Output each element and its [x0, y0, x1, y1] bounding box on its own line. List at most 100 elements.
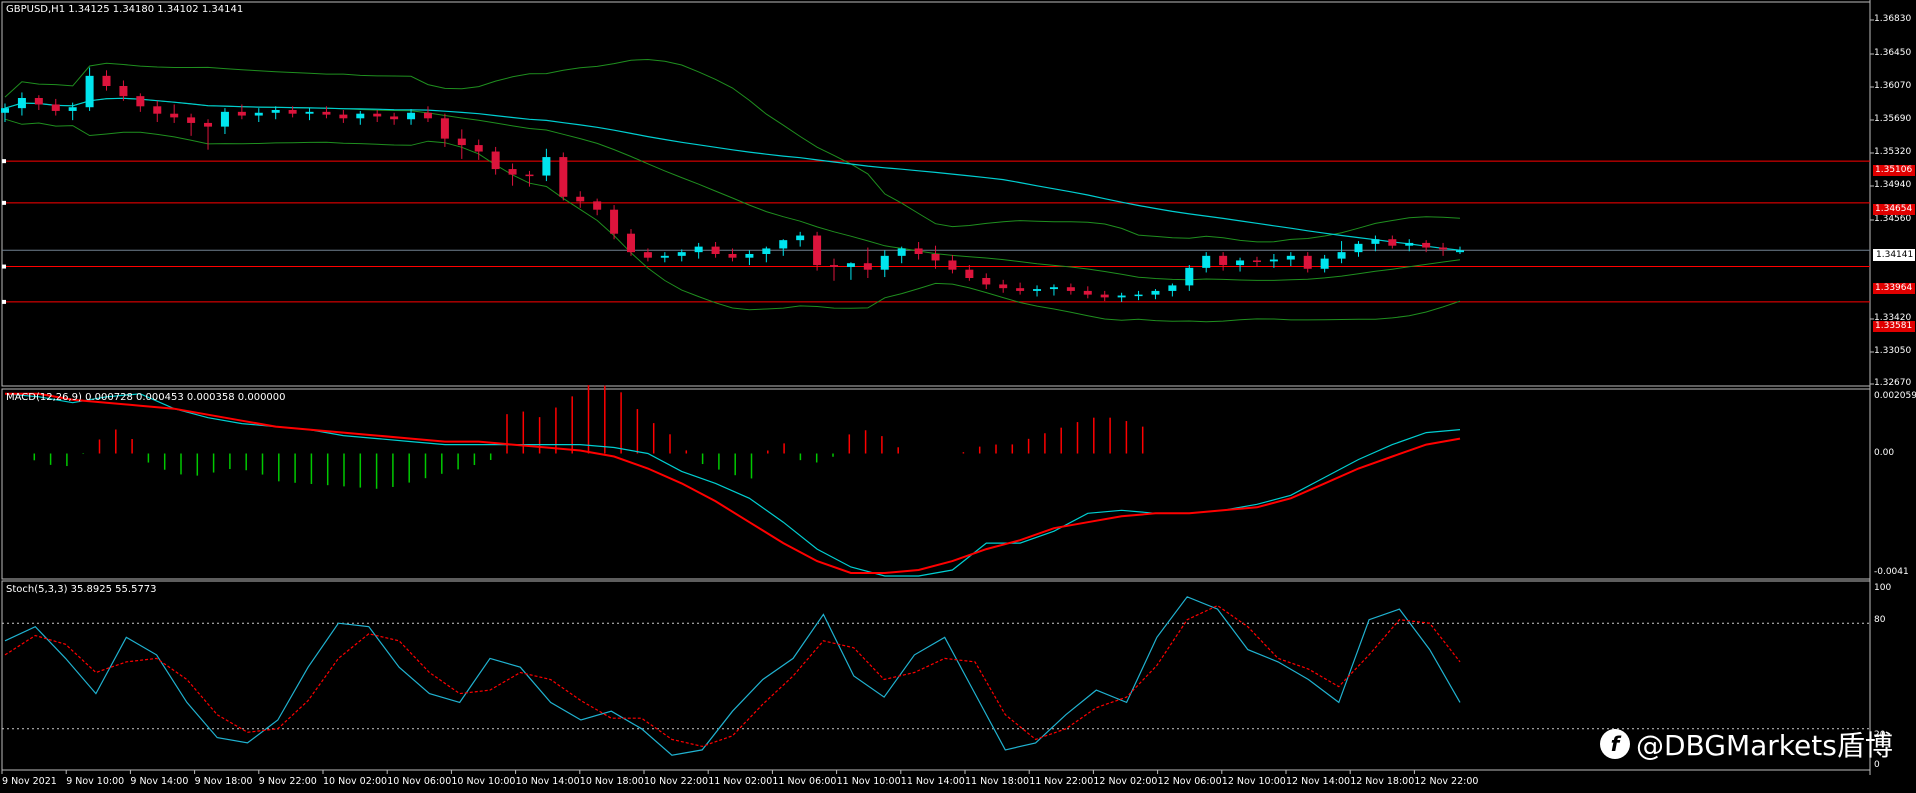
candle-body: [153, 106, 162, 114]
candle-body: [762, 248, 771, 254]
level-handle: [2, 299, 6, 304]
candle-body: [491, 151, 500, 170]
candle-body: [119, 86, 128, 97]
level-tag: 1.33964: [1873, 283, 1915, 294]
facebook-icon: f: [1600, 729, 1630, 759]
macd-tick: 0.00: [1874, 448, 1895, 458]
time-tick: 9 Nov 18:00: [194, 776, 253, 787]
candle-body: [1033, 289, 1042, 291]
level-handle: [2, 159, 6, 164]
time-tick: 11 Nov 22:00: [1029, 776, 1094, 787]
candle-body: [1456, 250, 1464, 253]
candle-body: [1016, 288, 1025, 291]
candle-body: [525, 174, 534, 177]
time-tick: 10 Nov 02:00: [323, 776, 388, 787]
candle-body: [948, 260, 957, 270]
candle-body: [1269, 259, 1278, 262]
level-tag: 1.34654: [1873, 204, 1915, 215]
time-tick: 11 Nov 18:00: [965, 776, 1030, 787]
price-tick: 1.33050: [1874, 346, 1912, 356]
time-tick: 9 Nov 14:00: [130, 776, 189, 787]
stoch-tick: 80: [1874, 615, 1886, 625]
time-tick: 11 Nov 02:00: [708, 776, 773, 787]
time-tick: 10 Nov 22:00: [644, 776, 709, 787]
candle-body: [626, 233, 635, 253]
candle-body: [356, 113, 365, 119]
candle-body: [813, 235, 822, 266]
candle-body: [1100, 294, 1109, 298]
stoch-main-line: [4, 596, 1461, 756]
candle-body: [660, 255, 669, 258]
candle-body: [593, 201, 602, 210]
price-tick: 1.34940: [1874, 180, 1912, 190]
candle-body: [204, 122, 213, 127]
candle-body: [1, 108, 9, 113]
candle-body: [220, 111, 229, 127]
time-tick: 12 Nov 14:00: [1286, 776, 1351, 787]
bollinger-upper: [4, 58, 1461, 243]
candle-body: [728, 254, 737, 258]
candle-body: [863, 263, 872, 270]
candle-body: [576, 196, 585, 202]
time-tick: 9 Nov 10:00: [66, 776, 125, 787]
stoch-tick: 100: [1874, 583, 1892, 593]
level-handle: [2, 200, 6, 205]
watermark-text: @DBGMarkets盾博: [1636, 729, 1893, 762]
candle-body: [390, 116, 399, 120]
candle-body: [711, 246, 720, 254]
watermark: f @DBGMarkets盾博: [1600, 724, 1893, 764]
time-tick: 10 Nov 10:00: [451, 776, 516, 787]
candle-body: [1151, 290, 1160, 295]
price-tick: 1.34560: [1874, 214, 1912, 224]
candle-body: [1422, 242, 1431, 248]
price-tick: 1.36830: [1874, 14, 1912, 24]
candle-body: [1168, 285, 1177, 291]
candle-body: [1236, 260, 1245, 266]
candle-body: [1066, 287, 1075, 291]
candle-body: [1405, 242, 1414, 246]
candle-body: [1303, 255, 1312, 269]
candle-body: [1286, 255, 1295, 260]
price-tick: 1.36450: [1874, 48, 1912, 58]
candle-body: [457, 138, 466, 146]
candle-body: [931, 254, 940, 261]
candle-body: [423, 112, 432, 119]
time-tick: 12 Nov 18:00: [1350, 776, 1415, 787]
candle-body: [1185, 267, 1194, 286]
candle-body: [322, 111, 331, 115]
candle-body: [745, 254, 754, 258]
pane-border: [1, 580, 1871, 771]
time-tick: 9 Nov 22:00: [258, 776, 317, 787]
price-tick: 1.32670: [1874, 378, 1912, 388]
candle-body: [1117, 295, 1126, 298]
macd-tick: -0.0041: [1874, 567, 1909, 577]
macd-line: [4, 393, 1461, 577]
candle-body: [1202, 255, 1211, 268]
time-tick: 12 Nov 22:00: [1414, 776, 1479, 787]
candle-body: [779, 240, 788, 249]
candle-body: [85, 75, 94, 108]
current-price-tag: 1.34141: [1873, 249, 1915, 261]
level-tag: 1.35106: [1873, 165, 1915, 176]
candle-body: [305, 111, 314, 114]
candle-body: [846, 263, 855, 267]
candle-body: [102, 75, 111, 86]
candle-body: [559, 157, 568, 197]
candle-body: [1049, 287, 1058, 290]
candle-body: [17, 98, 26, 109]
candle-body: [796, 235, 805, 241]
candle-body: [288, 110, 297, 114]
candle-body: [830, 265, 839, 267]
candle-body: [542, 157, 551, 176]
candle-body: [187, 117, 196, 123]
macd-tick: 0.002059: [1874, 391, 1916, 401]
time-tick: 12 Nov 06:00: [1157, 776, 1222, 787]
trading-chart[interactable]: [0, 0, 1916, 793]
candle-body: [1354, 243, 1363, 253]
candle-body: [965, 269, 974, 278]
candle-body: [897, 248, 906, 256]
price-tick: 1.35690: [1874, 114, 1912, 124]
time-tick: 11 Nov 10:00: [836, 776, 901, 787]
candle-body: [694, 246, 703, 253]
candle-body: [474, 145, 483, 152]
